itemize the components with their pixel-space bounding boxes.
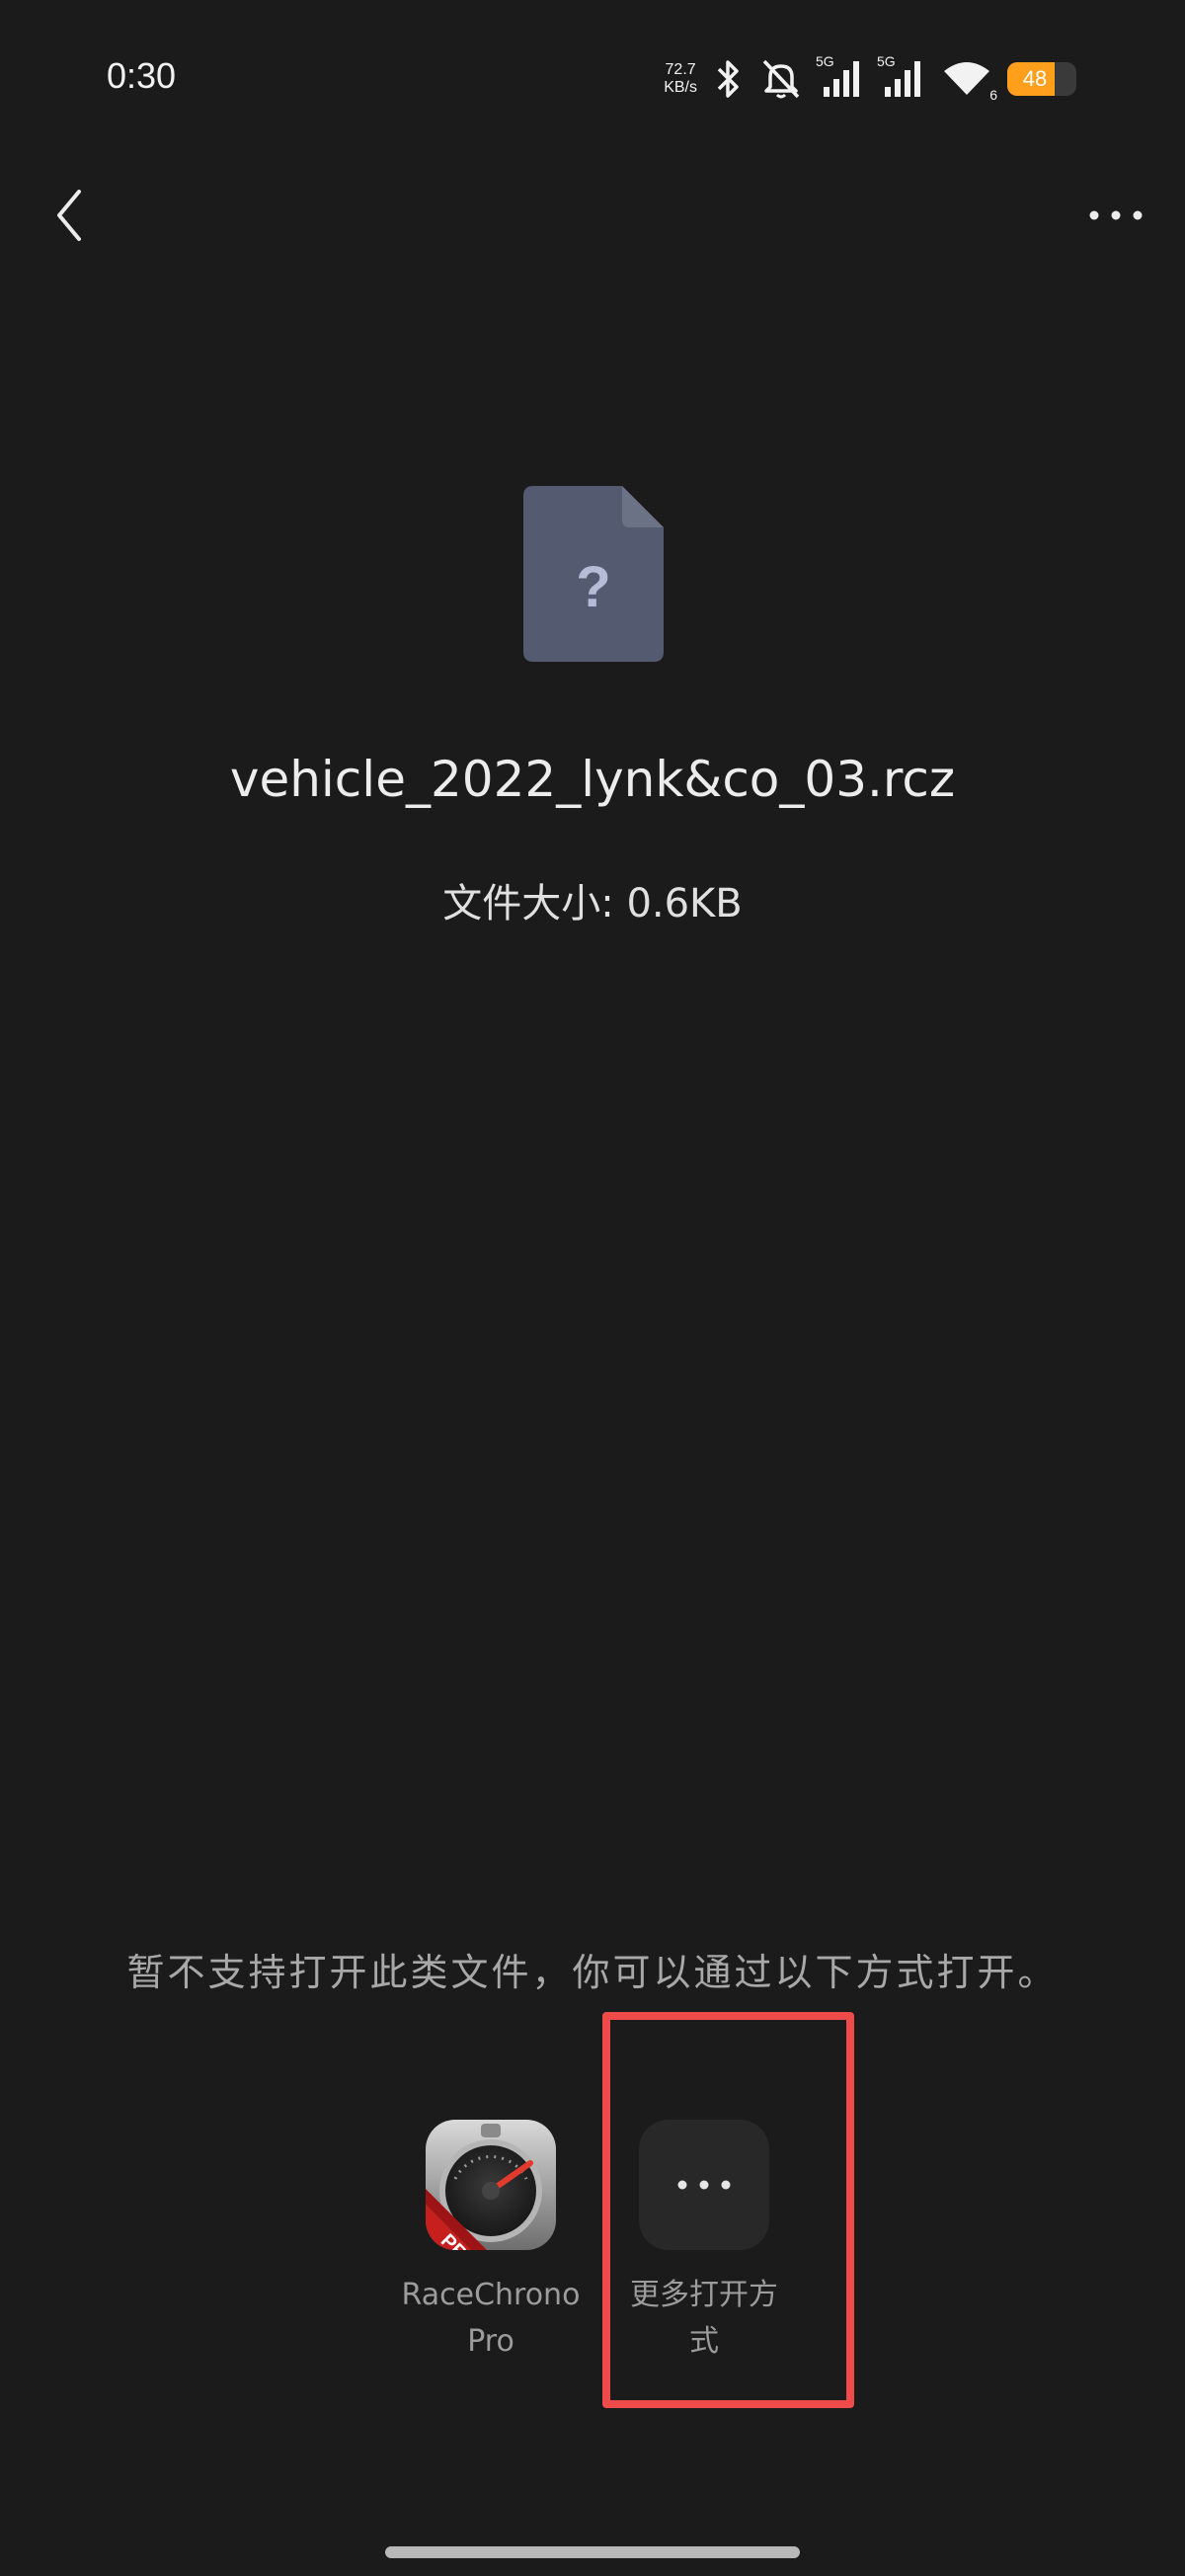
app-label-line2: 式 xyxy=(689,2324,719,2359)
open-with-racechrono-pro[interactable]: PRO RaceChrono Pro xyxy=(382,2120,599,2365)
status-time: 0:30 xyxy=(107,55,177,96)
file-icon-glyph: ? xyxy=(576,555,610,619)
signal-1: 5G xyxy=(816,53,865,99)
wifi-icon xyxy=(944,62,989,95)
more-horizontal-icon xyxy=(1089,210,1143,220)
battery-icon: 48 xyxy=(1007,62,1076,96)
file-preview-screen: 0:30 72.7 KB/s 5G 5G 6 48 ? vehicle_2022… xyxy=(0,0,1185,2576)
signal-2: 5G xyxy=(877,53,926,99)
status-icons: 72.7 KB/s 5G 5G 6 48 xyxy=(664,51,1076,107)
bluetooth-icon xyxy=(717,60,739,98)
unsupported-file-message: 暂不支持打开此类文件，你可以通过以下方式打开。 xyxy=(126,1951,1059,1994)
network-speed-unit: KB/s xyxy=(664,79,697,96)
app-label: 更多打开方 式 xyxy=(595,2272,813,2365)
network-speed: 72.7 KB/s xyxy=(664,61,697,97)
app-label: RaceChrono Pro xyxy=(382,2272,599,2365)
signal-2-label: 5G xyxy=(877,53,896,69)
home-indicator[interactable] xyxy=(385,2546,800,2558)
app-label-line1: RaceChrono xyxy=(401,2278,581,2312)
racechrono-pro-icon: PRO xyxy=(426,2120,556,2250)
app-label-line1: 更多打开方 xyxy=(630,2278,778,2312)
bell-muted-icon xyxy=(762,59,800,99)
wifi-label: 6 xyxy=(989,87,997,103)
status-bar: 0:30 72.7 KB/s 5G 5G 6 48 xyxy=(0,0,1185,158)
file-size: 文件大小: 0.6KB xyxy=(442,881,743,926)
more-open-methods-button[interactable]: 更多打开方 式 xyxy=(595,2120,813,2365)
more-options-button[interactable] xyxy=(1076,176,1155,255)
battery-level: 48 xyxy=(1022,66,1048,91)
wifi: 6 xyxy=(942,59,997,103)
chevron-left-icon xyxy=(57,190,81,241)
unknown-file-icon: ? xyxy=(523,486,664,662)
file-name: vehicle_2022_lynk&co_03.rcz xyxy=(229,751,956,808)
back-button[interactable] xyxy=(30,176,109,255)
more-dots-icon xyxy=(639,2120,769,2250)
app-label-line2: Pro xyxy=(467,2324,514,2359)
signal-1-label: 5G xyxy=(816,53,834,69)
battery: 48 xyxy=(1007,62,1076,96)
network-speed-value: 72.7 xyxy=(665,61,696,78)
